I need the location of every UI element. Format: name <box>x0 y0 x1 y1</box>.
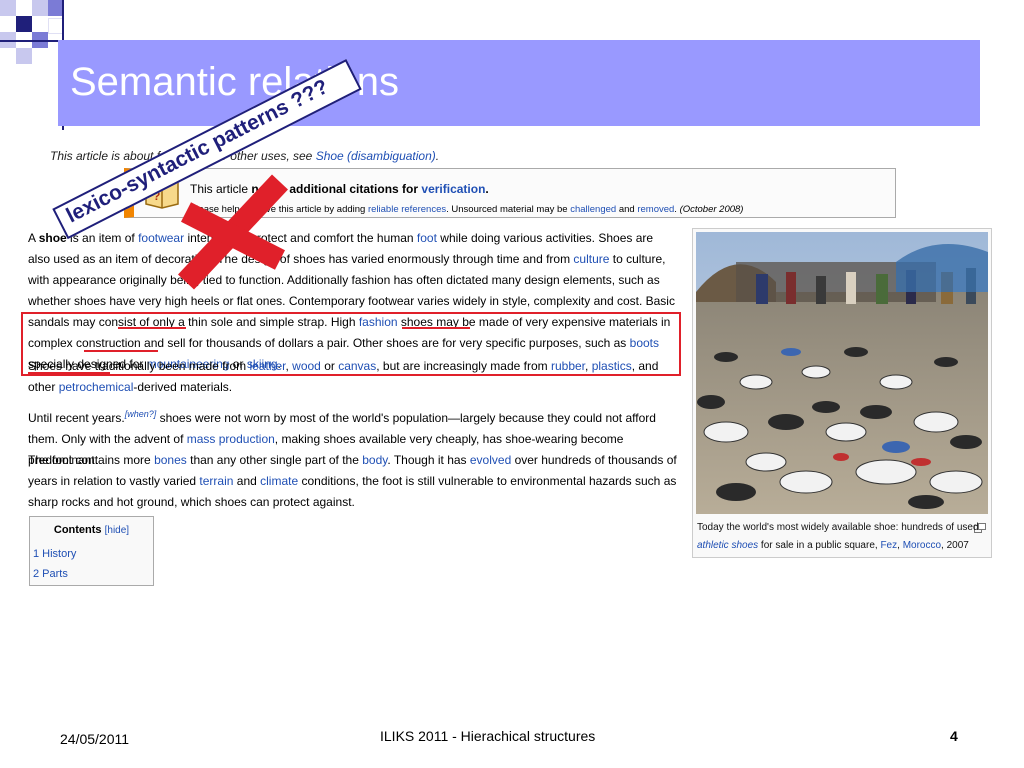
reliable-references-link[interactable]: reliable references <box>368 204 446 215</box>
underline-mark <box>402 327 470 329</box>
decor-square <box>16 48 32 64</box>
article-link[interactable]: foot <box>417 231 437 245</box>
article-link[interactable]: body <box>362 453 387 467</box>
athletic-shoes-link[interactable]: athletic shoes <box>697 540 758 551</box>
article-link[interactable]: petrochemical <box>59 380 134 394</box>
decor-square <box>48 0 62 16</box>
toc-item-history[interactable]: 1 History <box>33 544 153 564</box>
toc-item-parts[interactable]: 2 Parts <box>33 564 153 584</box>
toc-header: Contents [hide] <box>53 524 130 536</box>
decor-square <box>16 16 32 32</box>
text-run: Until recent years. <box>28 411 125 425</box>
article-link[interactable]: [when?] <box>125 409 157 419</box>
challenged-link[interactable]: challenged <box>570 204 616 215</box>
morocco-link[interactable]: Morocco <box>903 540 941 551</box>
decor-horizontal-line <box>0 40 58 42</box>
article-link[interactable]: bones <box>154 453 187 467</box>
decor-square <box>0 0 16 16</box>
fez-link[interactable]: Fez <box>880 540 897 551</box>
highlight-box <box>21 312 681 376</box>
underline-mark <box>84 350 158 352</box>
decor-square <box>32 0 48 16</box>
disambiguation-link[interactable]: Shoe (disambiguation) <box>316 149 436 163</box>
text-run: A <box>28 231 39 245</box>
text-run: The foot contains more <box>28 453 155 467</box>
footer-date: 24/05/2011 <box>60 731 130 747</box>
shoe-market-photo[interactable] <box>696 232 988 514</box>
underline-mark <box>118 327 186 329</box>
text-run: and <box>233 474 261 488</box>
underline-mark <box>28 372 110 374</box>
article-link[interactable]: mass production <box>187 432 275 446</box>
text-run: . Though it has <box>387 453 470 467</box>
table-of-contents: Contents [hide] 1 History 2 Parts <box>29 516 154 586</box>
page-number: 4 <box>950 728 958 744</box>
image-caption: Today the world's most widely available … <box>697 522 979 551</box>
article-link[interactable]: climate <box>260 474 298 488</box>
text-run: -derived materials. <box>133 380 233 394</box>
cross-mark-icon <box>177 172 289 292</box>
verification-link[interactable]: verification <box>421 182 485 196</box>
paragraph-4: The foot contains more bones than any ot… <box>28 450 678 513</box>
text-run: than any other single part of the <box>186 453 363 467</box>
toc-hide-link[interactable]: [hide] <box>105 525 129 536</box>
removed-link[interactable]: removed <box>637 204 674 215</box>
bold-term: shoe <box>38 231 67 245</box>
footer-title: ILIKS 2011 - Hierachical structures <box>380 728 596 744</box>
hatnote: This article is about footwear. For othe… <box>50 149 440 163</box>
article-link[interactable]: terrain <box>199 474 233 488</box>
article-link[interactable]: evolved <box>470 453 511 467</box>
article-link[interactable]: culture <box>573 252 609 266</box>
